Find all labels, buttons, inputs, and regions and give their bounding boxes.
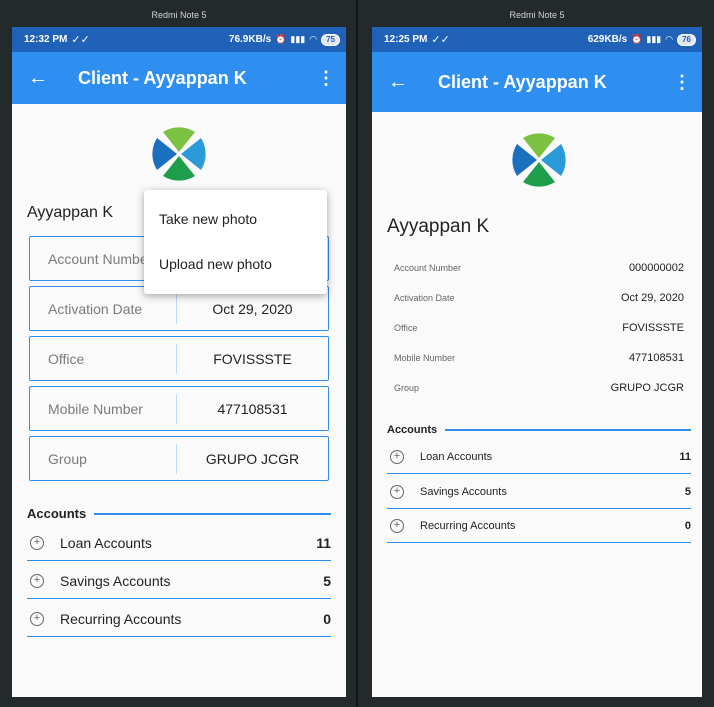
status-bar: 12:32 PM ✓✓ 76.9KB/s ⏰ ▮▮▮ ◠ 75 (12, 27, 346, 52)
battery-icon: 75 (321, 33, 340, 46)
field-value: GRUPO JCGR (205, 450, 300, 467)
savings-accounts-row[interactable]: + Savings Accounts 5 (27, 563, 331, 599)
field-label: Office (30, 343, 177, 374)
left-phone-screen: Redmi Note 5 12:32 PM ✓✓ 76.9KB/s ⏰ ▮▮▮ … (12, 0, 346, 707)
client-logo[interactable] (509, 130, 569, 190)
field-value: Oct 29, 2020 (212, 300, 293, 317)
account-count: 0 (684, 519, 691, 532)
accounts-header-label: Accounts (387, 424, 438, 436)
accounts-header-label: Accounts (27, 506, 87, 521)
plus-circle-icon[interactable]: + (30, 535, 44, 550)
more-vert-icon[interactable]: ⋮ (662, 72, 702, 93)
plus-circle-icon[interactable]: + (390, 484, 404, 499)
client-name: Ayyappan K (27, 204, 113, 221)
status-time: 12:32 PM (24, 34, 68, 45)
right-phone-screen: Redmi Note 5 12:25 PM ✓✓ 629KB/s ⏰ ▮▮▮ ◠… (372, 0, 702, 707)
field-value: FOVISSSTE (213, 350, 292, 367)
field-mobile-number: Mobile Number 477108531 (29, 386, 329, 431)
wifi-icon: ◠ (665, 34, 674, 44)
info-value: 000000002 (628, 262, 684, 274)
loan-accounts-row[interactable]: + Loan Accounts 11 (387, 440, 691, 474)
account-label: Recurring Accounts (420, 519, 516, 532)
page-title: Client - Ayyappan K (78, 67, 247, 88)
check-icon: ✓✓ (431, 34, 450, 46)
more-vert-icon[interactable]: ⋮ (306, 68, 346, 89)
divider (94, 512, 331, 515)
back-arrow-icon[interactable]: ← (372, 71, 424, 94)
account-label: Recurring Accounts (60, 610, 182, 627)
account-count: 11 (679, 450, 691, 463)
divider (445, 429, 691, 431)
device-label: Redmi Note 5 (151, 10, 207, 20)
info-value: FOVISSSTE (622, 322, 684, 334)
upload-new-photo-option[interactable]: Upload new photo (144, 242, 327, 287)
account-label: Savings Accounts (60, 572, 171, 589)
check-icon: ✓✓ (71, 34, 90, 46)
field-value: 477108531 (217, 400, 288, 417)
info-activation-date: Activation Date Oct 29, 2020 (394, 288, 684, 308)
battery-icon: 76 (677, 33, 696, 46)
back-arrow-icon[interactable]: ← (12, 67, 64, 90)
screenshot-divider (356, 0, 358, 707)
info-value: GRUPO JCGR (610, 382, 684, 394)
client-name: Ayyappan K (387, 216, 490, 237)
plus-circle-icon[interactable]: + (30, 573, 44, 588)
info-value: 477108531 (628, 352, 684, 364)
app-bar: ← Client - Ayyappan K ⋮ (12, 52, 346, 104)
page-title: Client - Ayyappan K (438, 71, 607, 92)
signal-icon: ▮▮▮ (290, 34, 306, 44)
field-label: Activation Date (30, 293, 177, 324)
info-group: Group GRUPO JCGR (394, 378, 684, 398)
status-time: 12:25 PM (384, 34, 428, 45)
photo-options-menu: Take new photo Upload new photo (144, 190, 327, 294)
info-value: Oct 29, 2020 (621, 292, 684, 304)
accounts-header: Accounts (387, 424, 691, 436)
app-bar: ← Client - Ayyappan K ⋮ (372, 52, 702, 112)
field-label: Mobile Number (30, 393, 177, 424)
account-label: Savings Accounts (420, 485, 507, 498)
client-details: Ayyappan K Account Number 000000002 Acti… (372, 112, 702, 697)
info-mobile-number: Mobile Number 477108531 (394, 348, 684, 368)
take-new-photo-option[interactable]: Take new photo (144, 197, 327, 242)
alarm-icon: ⏰ (275, 34, 287, 44)
savings-accounts-row[interactable]: + Savings Accounts 5 (387, 475, 691, 509)
recurring-accounts-row[interactable]: + Recurring Accounts 0 (27, 601, 331, 637)
info-label: Activation Date (394, 293, 455, 303)
recurring-accounts-row[interactable]: + Recurring Accounts 0 (387, 509, 691, 543)
info-label: Office (394, 323, 418, 333)
info-label: Group (394, 383, 420, 393)
client-logo[interactable] (149, 124, 209, 184)
field-label: Group (30, 443, 177, 474)
info-account-number: Account Number 000000002 (394, 258, 684, 278)
accounts-header: Accounts (27, 506, 331, 521)
account-count: 0 (323, 610, 331, 627)
plus-circle-icon[interactable]: + (30, 611, 44, 626)
info-label: Account Number (394, 263, 462, 273)
info-office: Office FOVISSSTE (394, 318, 684, 338)
device-label: Redmi Note 5 (509, 10, 565, 20)
account-count: 5 (323, 572, 331, 589)
status-bar: 12:25 PM ✓✓ 629KB/s ⏰ ▮▮▮ ◠ 76 (372, 27, 702, 52)
wifi-icon: ◠ (309, 34, 318, 44)
account-count: 5 (684, 485, 691, 498)
net-speed: 629KB/s (587, 34, 628, 45)
net-speed: 76.9KB/s (228, 34, 272, 45)
plus-circle-icon[interactable]: + (390, 449, 404, 464)
field-office: Office FOVISSSTE (29, 336, 329, 381)
alarm-icon: ⏰ (631, 34, 643, 44)
account-label: Loan Accounts (420, 450, 493, 463)
plus-circle-icon[interactable]: + (390, 518, 404, 533)
info-label: Mobile Number (394, 353, 456, 363)
account-count: 11 (316, 534, 331, 551)
field-group: Group GRUPO JCGR (29, 436, 329, 481)
account-label: Loan Accounts (60, 534, 152, 551)
loan-accounts-row[interactable]: + Loan Accounts 11 (27, 525, 331, 561)
signal-icon: ▮▮▮ (646, 34, 662, 44)
